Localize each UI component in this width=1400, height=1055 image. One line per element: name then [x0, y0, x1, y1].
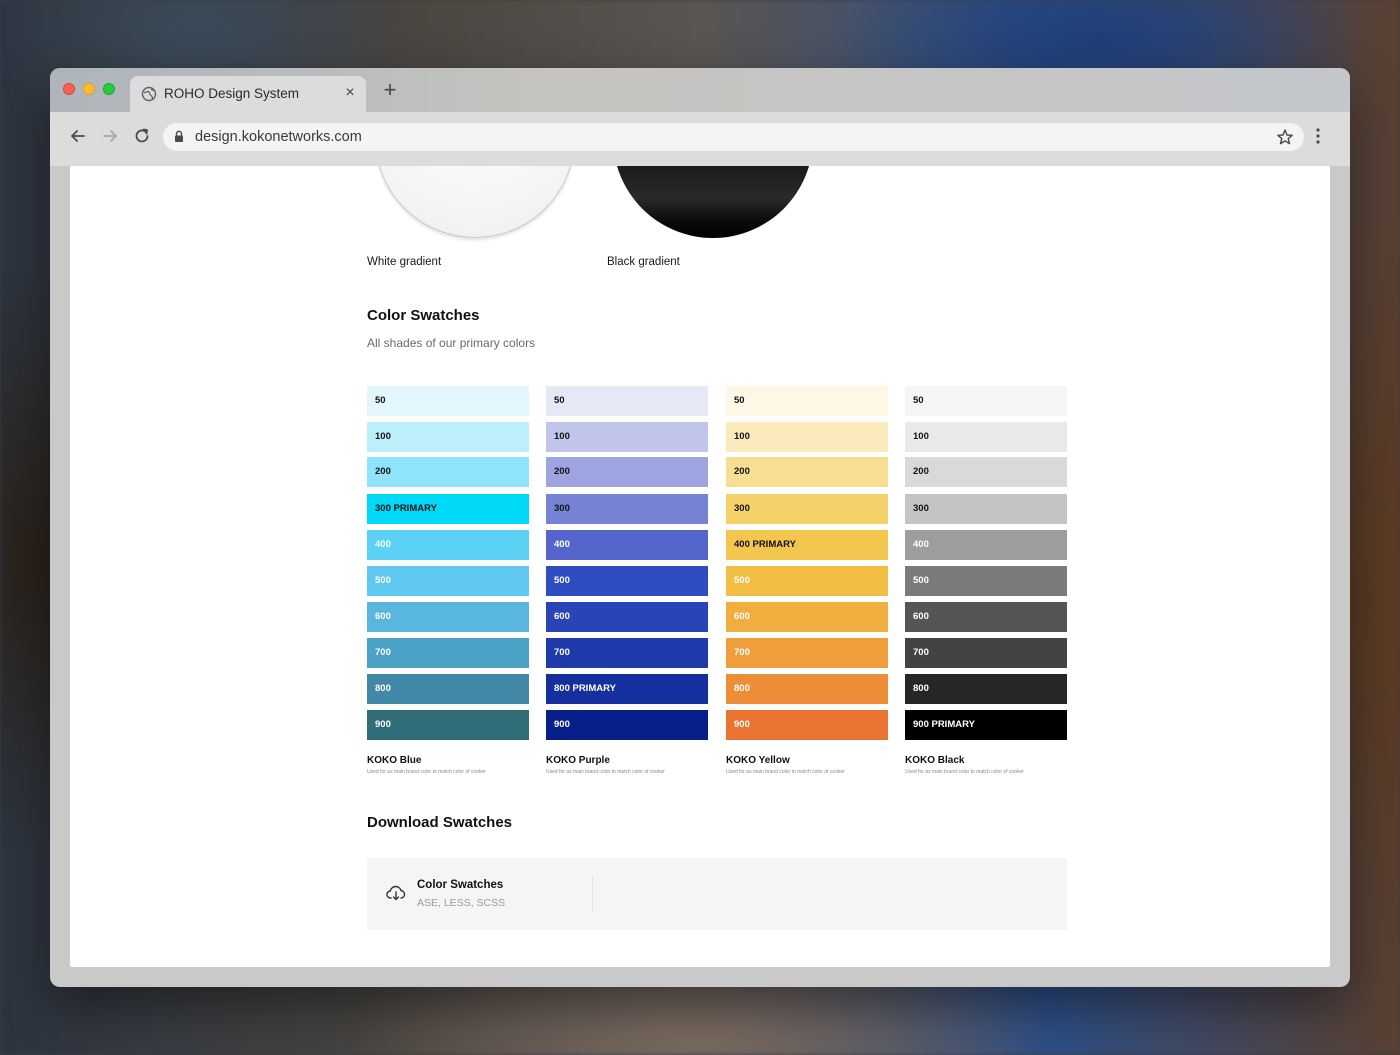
color-swatch[interactable]: 900 PRIMARY	[905, 710, 1067, 740]
color-swatch[interactable]: 900	[546, 710, 708, 740]
arrow-left-icon[interactable]	[68, 126, 88, 146]
color-swatch[interactable]: 500	[726, 566, 888, 596]
color-swatch[interactable]: 700	[905, 638, 1067, 668]
color-swatch[interactable]: 600	[726, 602, 888, 632]
download-card-title[interactable]: Color Swatches	[417, 879, 503, 891]
color-swatch[interactable]: 700	[367, 638, 529, 668]
color-swatch[interactable]: 400 PRIMARY	[726, 530, 888, 560]
color-swatch[interactable]: 100	[367, 422, 529, 452]
color-swatch[interactable]: 400	[905, 530, 1067, 560]
palette-name: KOKO Black	[905, 755, 965, 766]
color-swatch[interactable]: 800	[367, 674, 529, 704]
kebab-menu-icon[interactable]	[1312, 126, 1324, 146]
close-window-button[interactable]	[63, 83, 75, 95]
close-icon[interactable]: ×	[342, 83, 358, 103]
color-swatch[interactable]: 100	[905, 422, 1067, 452]
color-swatches-title: Color Swatches	[367, 307, 480, 324]
color-swatch[interactable]: 100	[726, 422, 888, 452]
star-icon[interactable]	[1276, 128, 1294, 146]
color-swatch[interactable]: 500	[367, 566, 529, 596]
color-swatch[interactable]: 600	[546, 602, 708, 632]
zoom-window-button[interactable]	[103, 83, 115, 95]
page-viewport: White gradient Black gradient Color Swat…	[70, 166, 1330, 967]
color-swatch[interactable]: 900	[726, 710, 888, 740]
color-swatch[interactable]: 300	[546, 494, 708, 524]
palette-description: Used for as main brand color to match co…	[905, 769, 1024, 775]
arrow-right-icon[interactable]	[100, 126, 120, 146]
palette-description: Used for as main brand color to match co…	[367, 769, 486, 775]
color-swatch[interactable]: 200	[726, 457, 888, 487]
color-swatch[interactable]: 600	[905, 602, 1067, 632]
black-gradient-circle	[613, 166, 813, 238]
color-swatch[interactable]: 600	[367, 602, 529, 632]
color-swatch[interactable]: 700	[726, 638, 888, 668]
palette-name: KOKO Purple	[546, 755, 610, 766]
plus-icon[interactable]: +	[380, 79, 400, 101]
color-swatch[interactable]: 50	[546, 386, 708, 416]
color-swatch[interactable]: 800 PRIMARY	[546, 674, 708, 704]
color-swatch[interactable]: 900	[367, 710, 529, 740]
color-swatch[interactable]: 700	[546, 638, 708, 668]
white-gradient-circle	[375, 166, 575, 238]
browser-window: ROHO Design System × + design.kokonetwor…	[50, 68, 1350, 987]
download-card-formats: ASE, LESS, SCSS	[417, 897, 506, 909]
globe-icon	[141, 86, 157, 102]
tab-title: ROHO Design System	[164, 86, 300, 101]
black-gradient-label: Black gradient	[607, 256, 680, 268]
reload-icon[interactable]	[132, 126, 152, 146]
palette-name: KOKO Yellow	[726, 755, 790, 766]
url-text[interactable]: design.kokonetworks.com	[195, 129, 362, 145]
palette-description: Used for as main brand color to match co…	[726, 769, 845, 775]
download-swatches-title: Download Swatches	[367, 814, 513, 831]
tab-strip: ROHO Design System × +	[50, 68, 1350, 112]
lock-icon[interactable]	[174, 130, 184, 143]
card-divider	[592, 876, 593, 912]
color-swatch[interactable]: 300	[905, 494, 1067, 524]
browser-tab[interactable]: ROHO Design System ×	[130, 76, 366, 112]
cloud-download-icon[interactable]	[386, 884, 406, 902]
palette-description: Used for as main brand color to match co…	[546, 769, 665, 775]
color-swatches-subtitle: All shades of our primary colors	[367, 336, 536, 350]
browser-toolbar: design.kokonetworks.com	[50, 112, 1350, 166]
color-swatch[interactable]: 50	[367, 386, 529, 416]
color-swatch[interactable]: 200	[546, 457, 708, 487]
color-swatch[interactable]: 300 PRIMARY	[367, 494, 529, 524]
download-swatches-card[interactable]: Color Swatches ASE, LESS, SCSS	[367, 858, 1067, 930]
color-swatch[interactable]: 100	[546, 422, 708, 452]
color-swatch[interactable]: 200	[367, 457, 529, 487]
color-swatch[interactable]: 400	[546, 530, 708, 560]
white-gradient-label: White gradient	[367, 256, 442, 268]
color-swatch[interactable]: 800	[726, 674, 888, 704]
color-swatch[interactable]: 800	[905, 674, 1067, 704]
color-swatch[interactable]: 500	[546, 566, 708, 596]
color-swatch[interactable]: 400	[367, 530, 529, 560]
palette-name: KOKO Blue	[367, 755, 422, 766]
address-bar[interactable]: design.kokonetworks.com	[163, 123, 1304, 151]
color-swatch[interactable]: 500	[905, 566, 1067, 596]
color-swatch[interactable]: 50	[905, 386, 1067, 416]
minimize-window-button[interactable]	[83, 83, 95, 95]
color-swatch[interactable]: 300	[726, 494, 888, 524]
color-swatch[interactable]: 200	[905, 457, 1067, 487]
color-swatch[interactable]: 50	[726, 386, 888, 416]
